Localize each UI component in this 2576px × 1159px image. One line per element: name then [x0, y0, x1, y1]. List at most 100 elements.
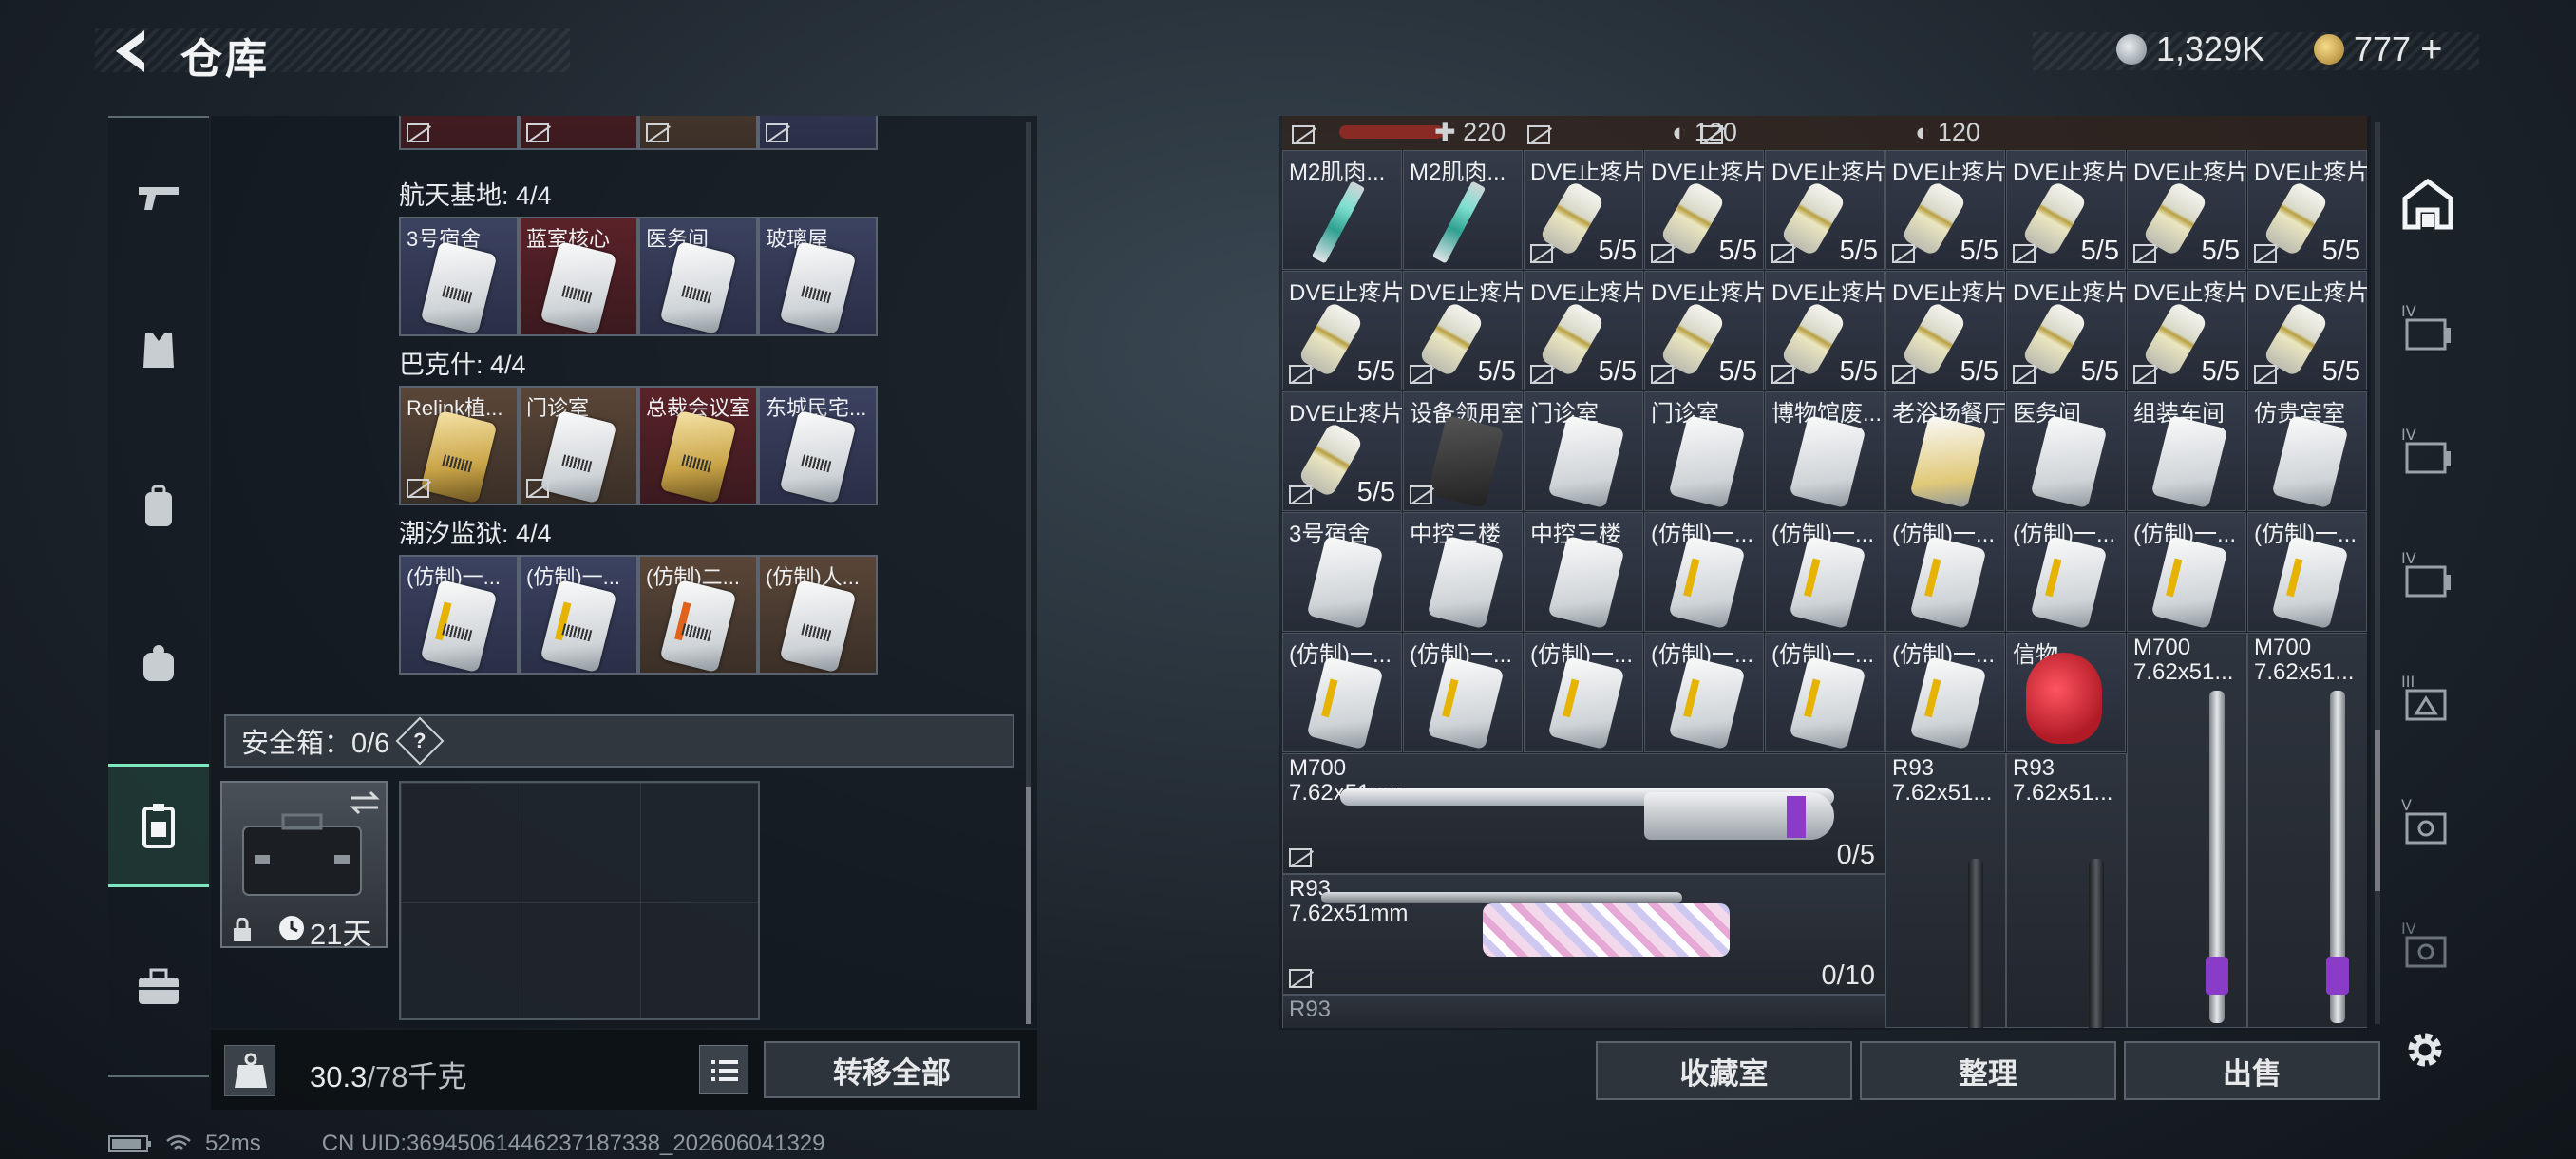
key-card[interactable]: (仿制)二...	[638, 555, 758, 674]
stash-weapon[interactable]: R93 7.62x51...	[1885, 753, 2006, 1028]
uid-text: CN UID:3694506144623718733​8_20260604132…	[321, 1130, 825, 1156]
stash-item[interactable]: (仿制)一...	[1765, 512, 1885, 632]
stash-item[interactable]: 老浴场餐厅	[1885, 391, 2006, 511]
stash-weapon[interactable]: R93 7.62x51...	[2006, 753, 2127, 1028]
tab-storage-4[interactable]: III	[2382, 636, 2473, 760]
stash-weapon[interactable]: M7007.62x51mm 0/5	[1282, 753, 1885, 874]
tab-storage-2[interactable]: IV	[2382, 390, 2473, 513]
back-button[interactable]	[106, 27, 154, 76]
stash-item[interactable]: (仿制)一...	[2247, 512, 2367, 632]
stash-item[interactable]: DVE止疼片 5/5	[1524, 271, 1644, 390]
stash-item[interactable]: DVE止疼片 5/5	[1765, 150, 1885, 270]
key-card[interactable]: Relink植...	[399, 386, 519, 505]
stash-item[interactable]: DVE止疼片 5/5	[1644, 271, 1765, 390]
key-slot[interactable]	[519, 116, 638, 150]
stash-weapon[interactable]: R93	[1282, 995, 1885, 1028]
stash-item[interactable]: 中控三楼	[1524, 512, 1643, 632]
stash-item[interactable]: DVE止疼片 5/5	[2127, 150, 2247, 270]
key-card[interactable]: 东城民宅...	[758, 386, 878, 505]
stash-item[interactable]: DVE止疼片 5/5	[2127, 271, 2247, 390]
safe-box[interactable]: 21天	[220, 781, 388, 951]
tab-rig[interactable]	[108, 602, 209, 726]
stash-item[interactable]: (仿制)一...	[1765, 633, 1885, 752]
stash-item[interactable]: (仿制)一...	[1403, 633, 1523, 752]
stash-item[interactable]: (仿制)一...	[2127, 512, 2246, 632]
tab-main-stash[interactable]	[2382, 142, 2473, 266]
stash-item[interactable]: 门诊室	[1524, 391, 1643, 511]
stash-item[interactable]: 信物	[2006, 633, 2126, 752]
settings-button[interactable]	[2401, 1026, 2449, 1074]
key-card[interactable]: 蓝室核心	[519, 217, 638, 336]
tab-storage-6[interactable]: IV	[2382, 884, 2473, 1007]
stash-item[interactable]: 组装车间	[2127, 391, 2246, 511]
stash-weapon[interactable]: M700 7.62x51...	[2127, 633, 2247, 1028]
key-card[interactable]: (仿制)一...	[519, 555, 638, 674]
stash-item[interactable]: 门诊室	[1644, 391, 1764, 511]
key-card[interactable]: 门诊室	[519, 386, 638, 505]
currency-premium[interactable]: 777 +	[2314, 28, 2442, 70]
safe-box-grid[interactable]	[399, 781, 760, 1020]
stash-item[interactable]: (仿制)一...	[1524, 633, 1643, 752]
stash-item[interactable]: DVE止疼片 5/5	[2247, 150, 2367, 270]
stash-weapon[interactable]: M700 7.62x51...	[2247, 633, 2367, 1028]
stash-item[interactable]: (仿制)一...	[1282, 633, 1402, 752]
stash-item[interactable]: DVE止疼片 5/5	[2006, 150, 2127, 270]
tab-medical[interactable]	[108, 925, 209, 1049]
left-scrollbar[interactable]	[1026, 122, 1031, 1024]
key-card[interactable]: (仿制)人...	[758, 555, 878, 674]
tab-storage-3[interactable]: IV	[2382, 513, 2473, 636]
sort-button[interactable]: 整理	[1860, 1041, 2116, 1100]
gun-icon	[139, 187, 179, 210]
key-card[interactable]: 总裁会议室	[638, 386, 758, 505]
stash-item[interactable]: DVE止疼片 5/5	[1765, 271, 1885, 390]
tab-keys[interactable]	[108, 764, 209, 887]
key-card[interactable]: (仿制)一...	[399, 555, 519, 674]
stash-item[interactable]: 中控三楼	[1403, 512, 1523, 632]
stash-item[interactable]: 仿贵宾室	[2247, 391, 2367, 511]
stash-item[interactable]: DVE止疼片 5/5	[1524, 150, 1644, 270]
stash-item[interactable]: 博物馆废...	[1765, 391, 1885, 511]
list-view-button[interactable]	[699, 1045, 748, 1094]
stash-item[interactable]: DVE止疼片 5/5	[1282, 391, 1403, 511]
stash-weapon[interactable]: R93 7.62x51mm 0/10	[1282, 874, 1885, 995]
add-currency-button[interactable]: +	[2420, 28, 2442, 71]
key-card[interactable]: 3号宿舍	[399, 217, 519, 336]
stash-item[interactable]: M2肌肉...	[1403, 150, 1523, 270]
stash-item[interactable]: DVE止疼片 5/5	[1644, 150, 1765, 270]
collection-room-button[interactable]: 收藏室	[1596, 1041, 1852, 1100]
stash-item[interactable]: M2肌肉...	[1282, 150, 1402, 270]
stash-item[interactable]: DVE止疼片 5/5	[2006, 271, 2127, 390]
key-slot[interactable]	[758, 116, 878, 150]
stash-item[interactable]: (仿制)一...	[2006, 512, 2126, 632]
stash-item[interactable]: 3号宿舍	[1282, 512, 1402, 632]
key-slot[interactable]	[399, 116, 519, 150]
stash-item[interactable]: 设备领用室	[1403, 391, 1524, 511]
stash-item[interactable]: (仿制)一...	[1885, 633, 2005, 752]
keycard-image	[540, 579, 617, 673]
key-slot[interactable]	[638, 116, 758, 150]
coin-amount: 1,329K	[2156, 29, 2265, 68]
tab-storage-1[interactable]: IV	[2382, 266, 2473, 390]
stash-item[interactable]: DVE止疼片 5/5	[1885, 150, 2006, 270]
stash-item[interactable]: DVE止疼片 5/5	[1282, 271, 1403, 390]
stash-item[interactable]: (仿制)一...	[1885, 512, 2005, 632]
stash-item[interactable]: (仿制)一...	[1644, 633, 1764, 752]
stash-item[interactable]: DVE止疼片 5/5	[2247, 271, 2367, 390]
swap-icon[interactable]	[348, 788, 382, 817]
transfer-all-button[interactable]: 转移全部	[764, 1041, 1020, 1098]
sell-button[interactable]: 出售	[2124, 1041, 2380, 1100]
key-card[interactable]: 玻璃屋	[758, 217, 878, 336]
stash-item[interactable]: 医务间	[2006, 391, 2126, 511]
tab-backpack[interactable]	[108, 446, 209, 569]
tab-armor[interactable]	[108, 289, 209, 412]
stash-item[interactable]: DVE止疼片 5/5	[1885, 271, 2006, 390]
stash-item[interactable]: (仿制)一...	[1644, 512, 1764, 632]
case-icon	[242, 813, 362, 896]
tab-weapons[interactable]	[108, 137, 209, 260]
tab-storage-5[interactable]: V	[2382, 760, 2473, 884]
stash-item[interactable]: DVE止疼片 5/5	[1403, 271, 1524, 390]
page-title: 仓库	[180, 36, 270, 83]
key-card[interactable]: 医务间	[638, 217, 758, 336]
stash-scrollbar[interactable]	[2375, 122, 2380, 1024]
help-icon[interactable]: ?	[395, 716, 445, 766]
